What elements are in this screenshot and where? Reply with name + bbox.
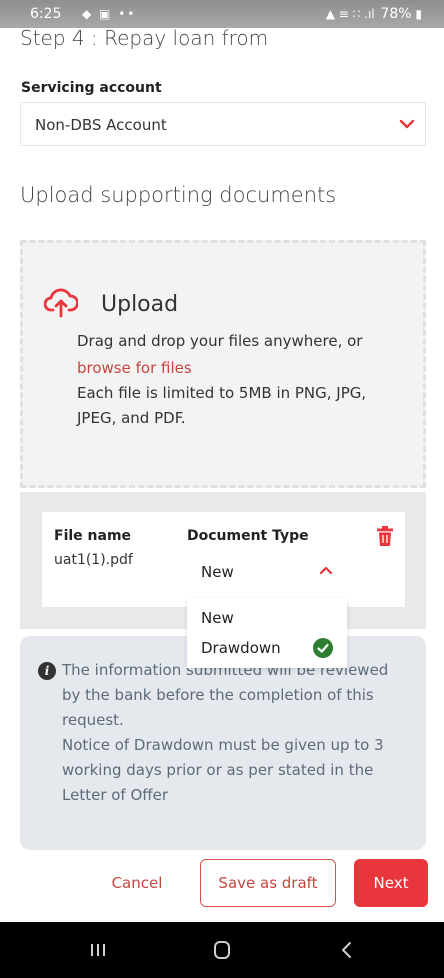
servicing-account-value: Non-DBS Account <box>35 116 167 134</box>
status-time: 6:25 <box>30 6 62 22</box>
notification-icons: ◆ ▣ •• <box>82 7 137 21</box>
system-nav-bar <box>0 922 444 978</box>
battery-icon: ▮ <box>415 7 422 21</box>
upload-limit-line-2: JPEG, and PDF. <box>77 409 186 427</box>
check-circle-icon <box>313 638 333 658</box>
chevron-down-icon <box>399 119 415 129</box>
document-type-select[interactable]: New <box>187 549 347 593</box>
upload-limit-line-1: Each file is limited to 5MB in PNG, JPG, <box>77 384 367 402</box>
back-icon[interactable] <box>326 936 366 964</box>
home-icon[interactable] <box>202 936 242 964</box>
info-notice: i The information submitted will be revi… <box>20 636 426 850</box>
info-icon: i <box>38 662 56 680</box>
info-line: Notice of Drawdown must be given up to 3 <box>62 736 384 754</box>
signal-icon: ▲ ≡ ∷ .ıl <box>325 7 375 21</box>
trash-icon[interactable] <box>376 526 394 546</box>
upload-heading: Upload <box>101 292 179 317</box>
info-line: by the bank before the completion of thi… <box>62 686 374 704</box>
info-text: The information submitted will be review… <box>62 658 410 808</box>
step-title: Step 4 : Repay loan from <box>20 26 269 50</box>
dropdown-option-drawdown[interactable]: Drawdown <box>201 639 281 657</box>
status-bar: 6:25 ◆ ▣ •• ▲ ≡ ∷ .ıl 78% ▮ <box>0 0 444 28</box>
file-name-header: File name <box>54 528 132 544</box>
browse-files-link[interactable]: browse for files <box>77 356 192 380</box>
info-line: working days prior or as per stated in t… <box>62 761 374 779</box>
recent-apps-icon[interactable] <box>78 936 118 964</box>
servicing-account-label: Servicing account <box>21 80 162 96</box>
dropdown-option-new[interactable]: New <box>201 609 234 627</box>
servicing-account-select[interactable]: Non-DBS Account <box>20 102 426 146</box>
file-name-value: uat1(1).pdf <box>54 552 133 568</box>
info-line: Letter of Offer <box>62 786 169 804</box>
system-status-icons: ▲ ≡ ∷ .ıl 78% ▮ <box>326 0 422 28</box>
info-line: request. <box>62 711 124 729</box>
cancel-button[interactable]: Cancel <box>95 873 179 893</box>
upload-section-title: Upload supporting documents <box>20 183 337 207</box>
upload-drag-text: Drag and drop your files anywhere, or <box>77 332 363 350</box>
uploaded-file-row: File name Document Type uat1(1).pdf New <box>42 512 405 607</box>
next-button[interactable]: Next <box>354 859 428 907</box>
document-type-value: New <box>201 563 234 581</box>
battery-level: 78% <box>380 6 412 22</box>
document-type-dropdown: New Drawdown <box>187 598 347 668</box>
save-draft-button[interactable]: Save as draft <box>200 859 336 907</box>
chevron-up-icon <box>319 566 333 575</box>
cloud-upload-icon <box>44 288 78 318</box>
upload-dropzone[interactable]: Upload Drag and drop your files anywhere… <box>20 240 426 488</box>
document-type-header: Document Type <box>187 528 309 544</box>
